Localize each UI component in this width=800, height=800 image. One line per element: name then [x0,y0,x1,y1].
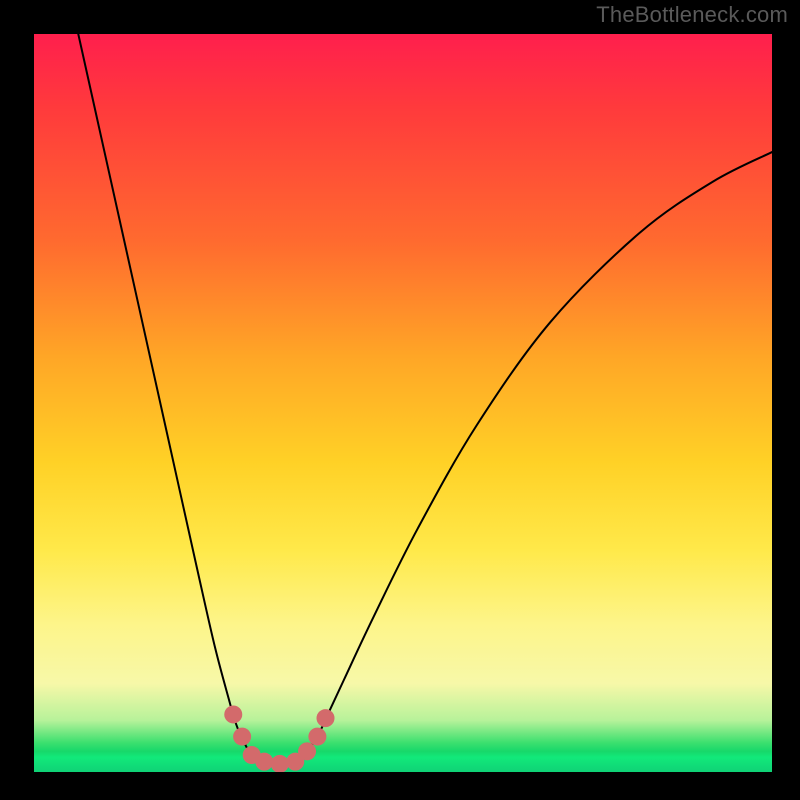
curve-marker [308,728,326,746]
curve-marker [271,755,289,772]
curve-marker [224,705,242,723]
curve-marker [255,753,273,771]
chart-markers-layer [34,34,772,772]
watermark-label: TheBottleneck.com [596,2,788,28]
marker-group [224,705,334,772]
curve-marker [233,728,251,746]
curve-marker [317,709,335,727]
curve-marker [298,742,316,760]
chart-container: TheBottleneck.com [0,0,800,800]
